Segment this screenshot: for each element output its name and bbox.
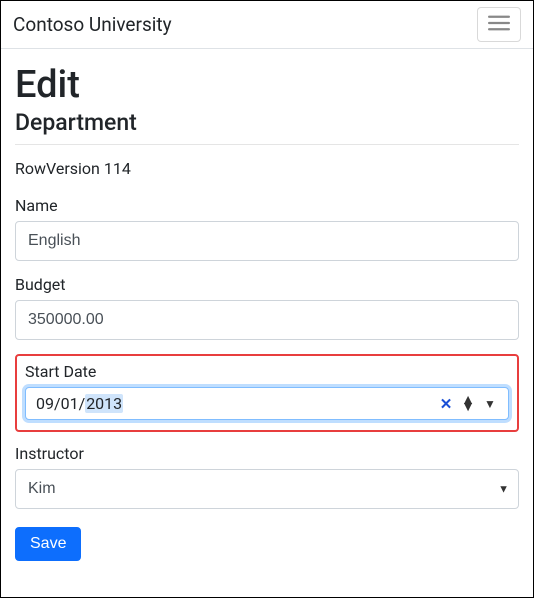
start-date-highlight: Start Date 09/01/2013 ✕ ▲▼ ▼: [15, 354, 519, 432]
clear-icon[interactable]: ✕: [438, 395, 454, 413]
start-date-value[interactable]: 09/01/2013: [36, 394, 438, 413]
start-date-label: Start Date: [25, 362, 509, 381]
budget-label: Budget: [15, 275, 519, 294]
page-subtitle: Department: [15, 109, 519, 136]
name-label: Name: [15, 196, 519, 215]
save-button[interactable]: Save: [15, 527, 81, 561]
rowversion-text: RowVersion 114: [15, 159, 519, 178]
navbar-brand[interactable]: Contoso University: [13, 13, 172, 36]
dropdown-icon[interactable]: ▼: [482, 397, 498, 411]
instructor-select[interactable]: Kim: [15, 469, 519, 509]
navbar-toggle-button[interactable]: [477, 7, 521, 42]
hamburger-icon: [488, 14, 510, 35]
divider: [15, 144, 519, 145]
start-date-year-segment[interactable]: 2013: [85, 394, 123, 413]
page-title: Edit: [15, 63, 519, 107]
budget-input[interactable]: [15, 300, 519, 340]
name-input[interactable]: [15, 221, 519, 261]
spinner-icon[interactable]: ▲▼: [460, 397, 476, 411]
start-date-input[interactable]: 09/01/2013 ✕ ▲▼ ▼: [25, 387, 509, 420]
instructor-label: Instructor: [15, 444, 519, 463]
